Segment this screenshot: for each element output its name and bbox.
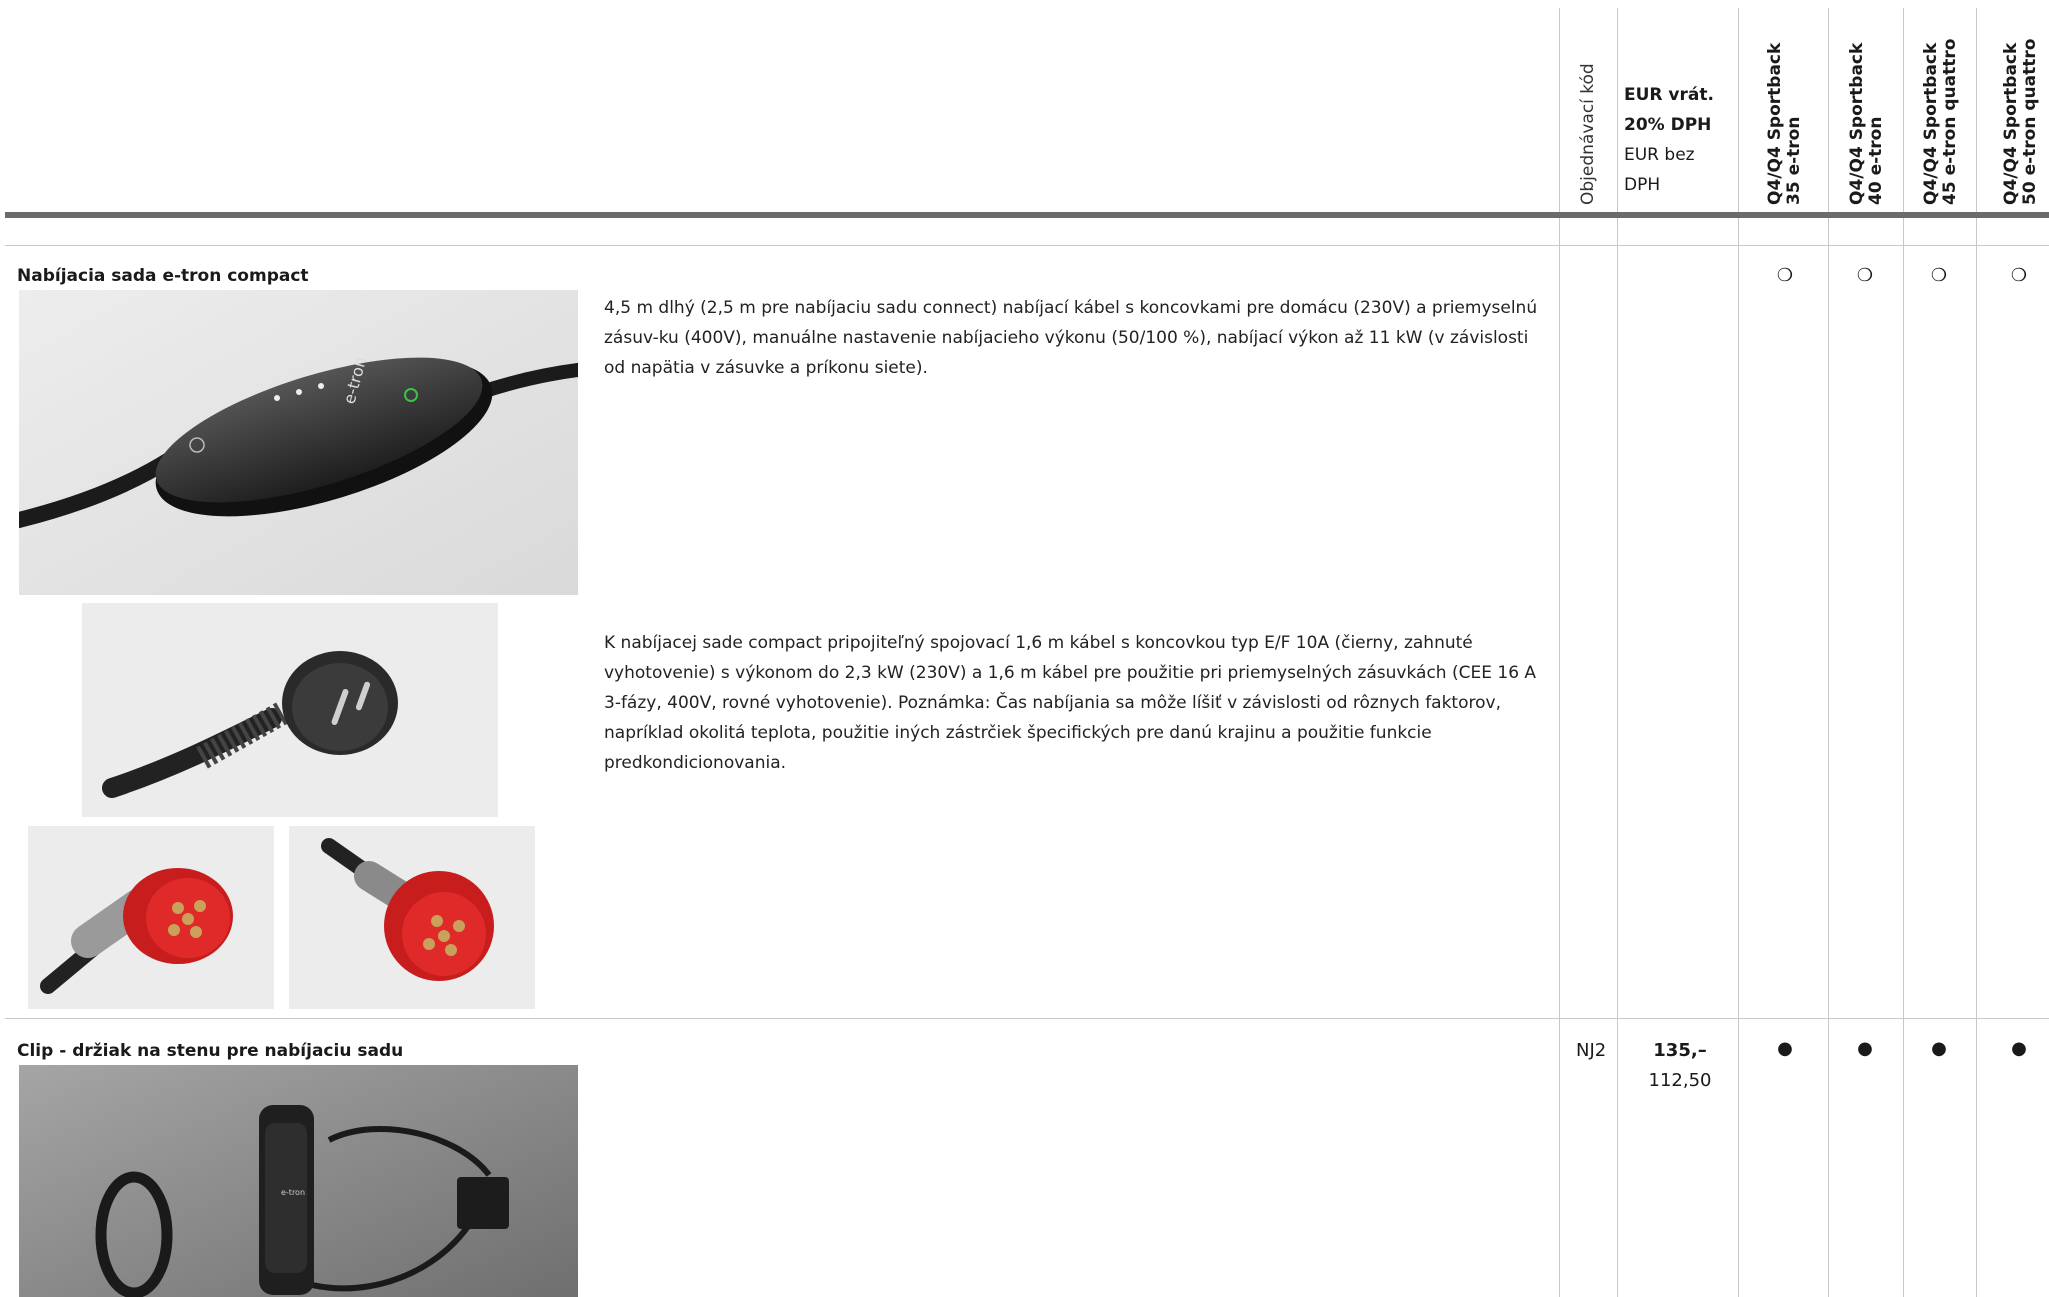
availability-mark-50-clip: ● [2011, 1038, 2027, 1059]
col-divider-model2 [1828, 8, 1829, 1297]
col-divider-price [1617, 8, 1618, 1297]
availability-mark-50: ❍ [2010, 265, 2028, 286]
header-rule [5, 212, 2049, 218]
row-divider-middle [5, 1018, 2049, 1019]
col-divider-model3 [1903, 8, 1904, 1297]
model-header-4: Q4/Q4 Sportback 50 e-tron quattro [2001, 38, 2040, 205]
row-title-wall-clip: Clip - držiak na stenu pre nabíjaciu sad… [17, 1041, 404, 1061]
charger-unit-photo: e-tron [19, 290, 578, 595]
schuko-plug-photo [82, 603, 498, 817]
availability-mark-35-clip: ● [1777, 1038, 1793, 1059]
connector-cable-description: K nabíjacej sade compact pripojiteľný sp… [604, 633, 1537, 773]
charging-set-description: 4,5 m dlhý (2,5 m pre nabíjaciu sadu con… [604, 298, 1538, 378]
model-header-3: Q4/Q4 Sportback 45 e-tron quattro [1921, 38, 1960, 205]
availability-mark-35: ❍ [1776, 265, 1794, 286]
availability-mark-45-clip: ● [1931, 1038, 1947, 1059]
order-code-header: Objednávací kód [1578, 63, 1598, 205]
availability-mark-40: ❍ [1856, 265, 1874, 286]
cee-plug-angled-photo [28, 826, 274, 1009]
row-title-charging-set: Nabíjacia sada e-tron compact [17, 266, 309, 286]
wall-clip-photo: e-tron [19, 1065, 578, 1297]
availability-mark-40-clip: ● [1857, 1038, 1873, 1059]
availability-mark-45: ❍ [1930, 265, 1948, 286]
price-wall-clip: 135,– 112,50 [1648, 1040, 1712, 1091]
col-divider-model4 [1976, 8, 1977, 1297]
svg-text:e-tron: e-tron [281, 1188, 305, 1197]
row-divider-top [5, 245, 2049, 246]
price-header: EUR vrát. 20% DPH EUR bez DPH [1624, 85, 1714, 195]
order-code-nj2: NJ2 [1576, 1040, 1607, 1061]
model-header-2: Q4/Q4 Sportback 40 e-tron [1847, 42, 1886, 205]
model-header-1: Q4/Q4 Sportback 35 e-tron [1765, 42, 1804, 205]
col-divider-model1 [1738, 8, 1739, 1297]
col-divider-code [1559, 8, 1560, 1297]
cee-plug-straight-photo [289, 826, 535, 1009]
